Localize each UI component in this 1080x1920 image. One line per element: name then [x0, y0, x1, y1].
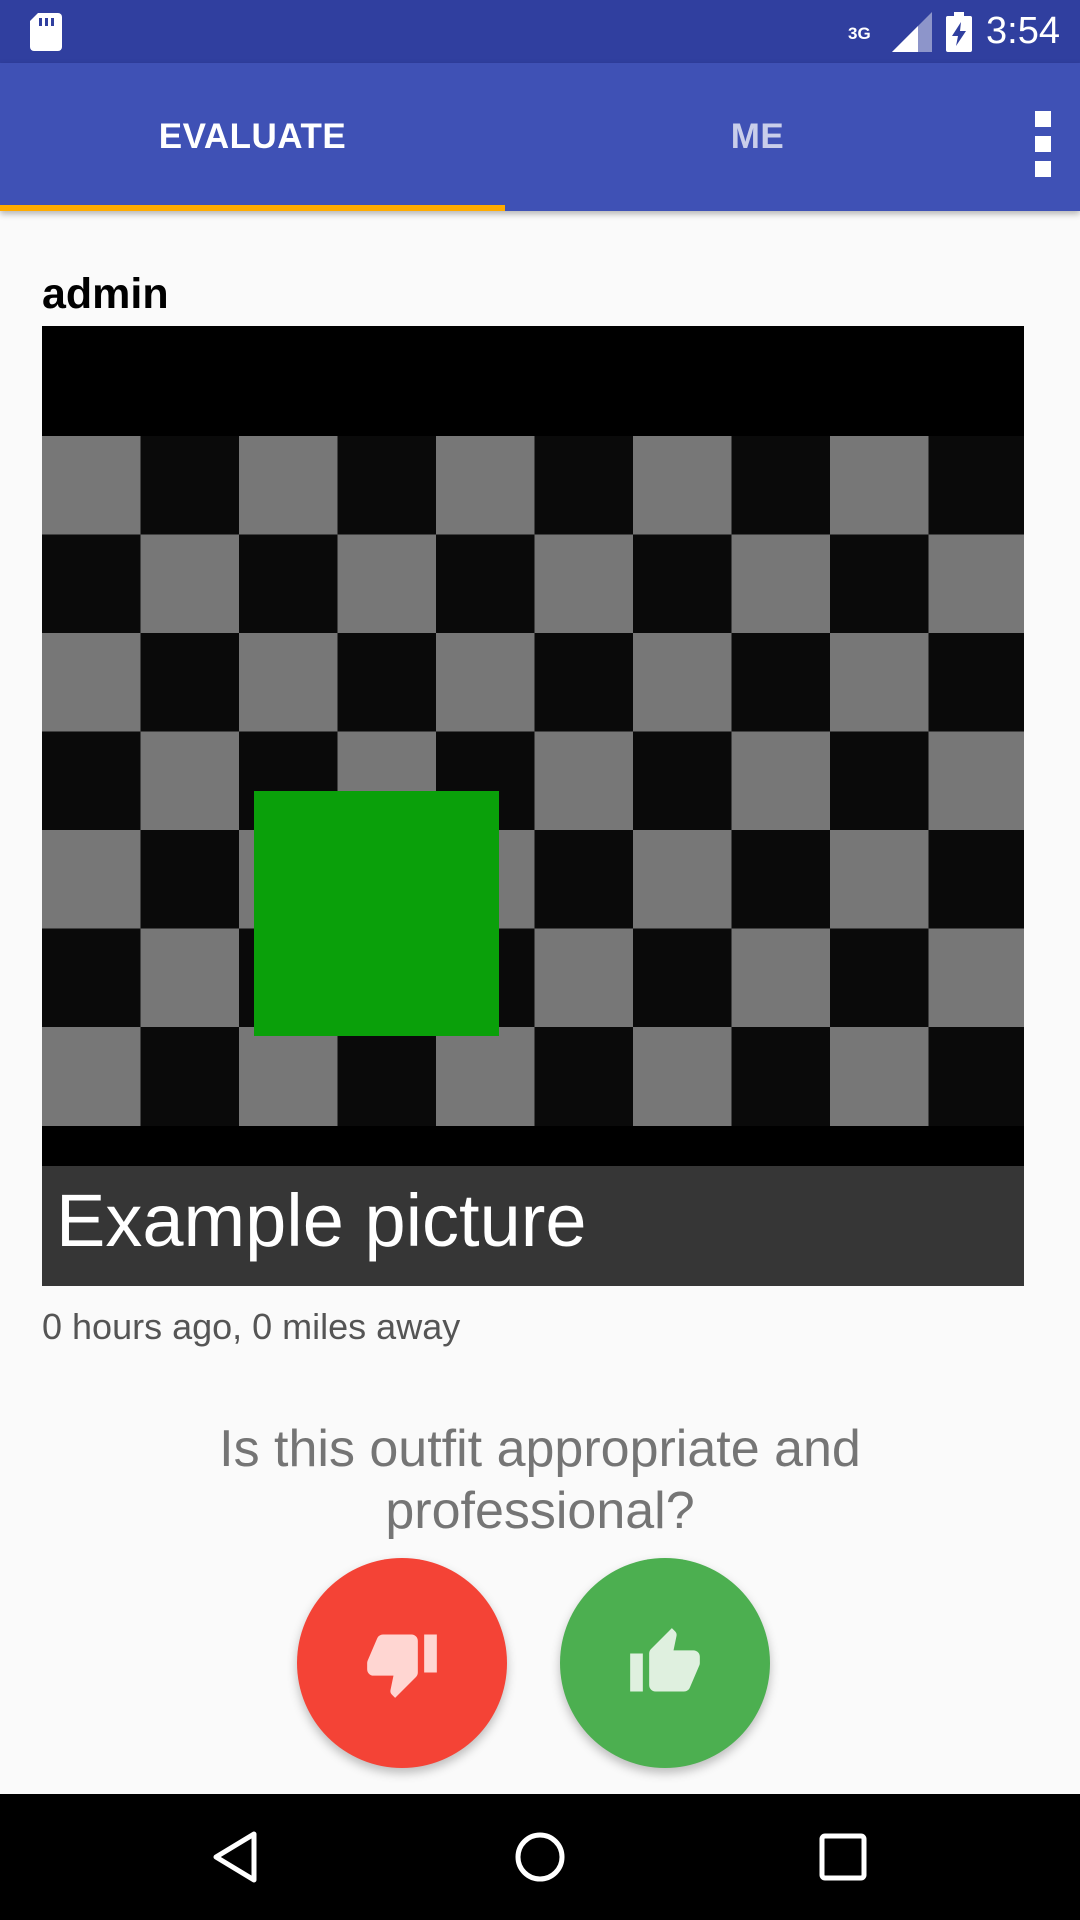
- signal-icon: 3G: [848, 11, 933, 52]
- status-bar: 3G 3:54: [0, 0, 1080, 63]
- back-icon[interactable]: [204, 1824, 270, 1890]
- question-text: Is this outfit appropriate and professio…: [219, 1420, 861, 1540]
- thumbs-down-icon: [367, 1634, 437, 1698]
- home-icon[interactable]: [507, 1824, 573, 1890]
- network-type-label: 3G: [848, 23, 871, 43]
- clock: 3:54: [986, 10, 1060, 52]
- tab-me[interactable]: ME: [505, 63, 1010, 211]
- sd-card-icon: [30, 13, 62, 51]
- tab-indicator: [0, 205, 505, 211]
- tab-evaluate-label: EVALUATE: [158, 117, 347, 156]
- more-vert-icon[interactable]: [1028, 111, 1058, 177]
- thumbs-up-icon: [630, 1628, 700, 1692]
- tab-evaluate[interactable]: EVALUATE: [0, 63, 505, 211]
- app-bar: EVALUATE ME: [0, 63, 1080, 211]
- like-button[interactable]: [560, 1558, 770, 1768]
- outfit-photo[interactable]: Example picture: [42, 326, 1024, 1286]
- photo-caption: Example picture: [56, 1179, 587, 1262]
- dislike-button[interactable]: [297, 1558, 507, 1768]
- recents-icon[interactable]: [810, 1824, 876, 1890]
- tab-me-label: ME: [730, 117, 785, 156]
- photo-image: [42, 436, 1024, 1126]
- battery-charging-icon: [946, 11, 973, 52]
- post-author: admin: [42, 270, 169, 318]
- post-meta: 0 hours ago, 0 miles away: [42, 1306, 461, 1347]
- caption-bar: Example picture: [42, 1166, 1024, 1286]
- navigation-bar: [0, 1794, 1080, 1920]
